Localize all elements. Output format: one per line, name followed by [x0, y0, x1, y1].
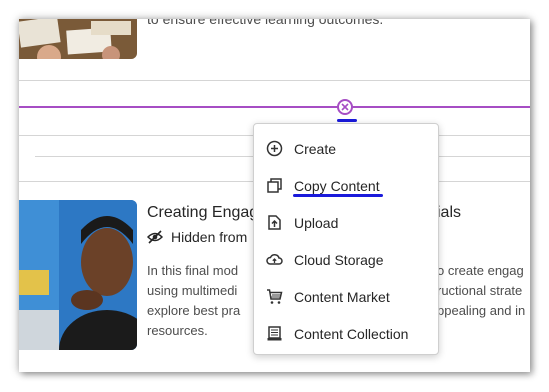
cloud-upload-icon [266, 251, 283, 268]
course-item-title[interactable]: Creating Engag ials [147, 204, 461, 222]
menu-item-label: Content Market [294, 288, 390, 305]
course-item-title-end: ials [437, 204, 462, 221]
menu-item-label: Create [294, 140, 337, 157]
menu-item-label: Cloud Storage [294, 251, 384, 268]
description-line: using multimedi ructional strate [147, 283, 523, 298]
course-outline-panel: to ensure effective learning outcomes. C… [19, 19, 530, 372]
menu-item-upload[interactable]: Upload [254, 204, 438, 241]
visibility-label: Hidden from [171, 229, 248, 245]
menu-item-copy-content[interactable]: Copy Content [254, 167, 438, 204]
close-insert-button[interactable] [337, 99, 353, 115]
course-item-description: to ensure effective learning outcomes. [147, 19, 384, 27]
cart-icon [266, 288, 283, 305]
upload-icon [266, 214, 283, 231]
menu-item-create[interactable]: Create [254, 130, 438, 167]
course-item-thumbnail [19, 200, 137, 350]
plus-circle-icon [266, 140, 283, 157]
annotation-underline [293, 194, 383, 197]
description-line: resources. [147, 323, 208, 338]
menu-item-label: Upload [294, 214, 339, 231]
eye-slash-icon [147, 230, 163, 244]
course-item-title-start: Creating Engag [147, 204, 259, 221]
menu-item-content-collection[interactable]: Content Collection [254, 315, 438, 352]
close-icon [341, 103, 349, 111]
description-line: explore best pra ppealing and in [147, 303, 526, 318]
copy-icon [266, 177, 283, 194]
visibility-status[interactable]: Hidden from [147, 229, 247, 245]
add-content-menu: Create Copy Content Upload Cloud Storage [253, 123, 439, 355]
menu-item-content-market[interactable]: Content Market [254, 278, 438, 315]
annotation-underline [337, 119, 357, 122]
menu-item-cloud-storage[interactable]: Cloud Storage [254, 241, 438, 278]
menu-item-label: Copy Content [294, 177, 380, 194]
insert-content-line [19, 106, 530, 108]
divider [19, 80, 530, 81]
content-collection-icon [266, 325, 283, 342]
menu-item-label: Content Collection [294, 325, 409, 342]
course-item-thumbnail [19, 19, 137, 59]
description-line: In this final mod o create engag [147, 263, 524, 278]
course-item-description: In this final mod o create engag using m… [147, 261, 526, 341]
